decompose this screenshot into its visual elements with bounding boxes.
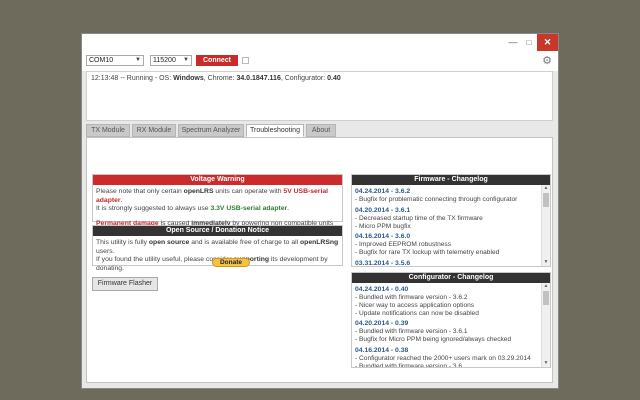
tab-troubleshooting[interactable]: Troubleshooting	[246, 124, 304, 137]
changelog-date: 04.16.2014 - 3.6.0	[355, 233, 411, 241]
donation-panel: Open Source / Donation Notice This utili…	[92, 225, 343, 272]
changelog-entry: 04.20.2014 - 3.6.1- Decreased startup ti…	[355, 207, 538, 231]
changelog-item: - Bugfix for problematic connecting thro…	[355, 196, 518, 203]
scroll-down-icon[interactable]: ▼	[542, 259, 550, 266]
log-chrome: 34.0.1847.116	[236, 75, 281, 82]
connect-button[interactable]: Connect	[196, 55, 238, 66]
log-chrome-label: , Chrome:	[203, 75, 237, 82]
changelog-item: - Improved EEPROM robustness	[355, 241, 452, 249]
connection-toolbar: COM10 ▼ 115200 ▼ Connect ⚙	[82, 51, 558, 71]
app-window: — □ ✕ COM10 ▼ 115200 ▼ Connect ⚙ 12:13:4…	[81, 33, 559, 389]
changelog-item: - Micro PPM bugfix	[355, 222, 411, 230]
baud-value: 115200	[153, 57, 176, 64]
auto-connect-checkbox[interactable]	[242, 57, 249, 64]
log-os: Windows	[173, 75, 204, 82]
configurator-changelog-list: 04.24.2014 - 0.40- Bundled with firmware…	[352, 283, 541, 367]
scroll-thumb[interactable]	[543, 193, 549, 207]
donation-text: This utility is fully open source and is…	[93, 236, 342, 273]
firmware-flasher-button[interactable]: Firmware Flasher	[92, 277, 158, 291]
donation-title: Open Source / Donation Notice	[93, 226, 342, 236]
changelog-item: - Nicer way to access application option…	[355, 301, 475, 309]
text: .	[287, 205, 290, 212]
text: openLRSng	[300, 239, 339, 246]
text: 3.3V USB-serial adapter	[210, 205, 288, 212]
changelog-entry: 03.31.2014 - 3.5.6	[355, 260, 538, 266]
text: It is strongly suggested to always use	[96, 205, 211, 212]
port-value: COM10	[89, 57, 114, 64]
text: units can operate with	[213, 188, 284, 195]
changelog-entry: 04.16.2014 - 3.6.0- Improved EEPROM robu…	[355, 233, 538, 257]
changelog-date: 03.31.2014 - 3.5.6	[355, 259, 411, 266]
changelog-entry: 04.24.2014 - 3.6.2- Bugfix for problemat…	[355, 188, 538, 204]
configurator-changelog-title: Configurator - Changelog	[352, 273, 550, 283]
changelog-entry: 04.24.2014 - 0.40- Bundled with firmware…	[355, 286, 538, 317]
chevron-down-icon: ▼	[183, 57, 189, 63]
firmware-changelog-scrollbar[interactable]: ▲ ▼	[541, 185, 550, 266]
changelog-item: - Configurator reached the 2000+ users m…	[355, 354, 531, 362]
text: This utility is fully	[96, 239, 149, 246]
changelog-item: - Bundled with firmware version - 3.6.2	[355, 294, 468, 301]
scroll-up-icon[interactable]: ▲	[542, 185, 550, 192]
title-bar: — □ ✕	[82, 34, 558, 51]
port-select[interactable]: COM10 ▼	[86, 55, 144, 66]
log-configurator: 0.40	[327, 75, 341, 82]
text: openLRS	[183, 188, 214, 195]
changelog-item: - Bundled with firmware version - 3.6.1	[355, 328, 468, 336]
text: open source	[148, 239, 190, 246]
log-configurator-label: , Configurator:	[280, 75, 328, 82]
voltage-warning-title: Voltage Warning	[93, 175, 342, 185]
log-prefix: 12:13:48 -- Running - OS:	[91, 75, 174, 82]
status-log: 12:13:48 -- Running - OS: Windows, Chrom…	[86, 71, 553, 121]
tab-content: Voltage Warning Please note that only ce…	[86, 137, 553, 383]
text: .	[120, 196, 123, 204]
donation-line-1: This utility is fully open source and is…	[96, 239, 339, 256]
firmware-changelog-title: Firmware - Changelog	[352, 175, 550, 185]
scroll-down-icon[interactable]: ▼	[542, 360, 550, 367]
firmware-changelog-list: 04.24.2014 - 3.6.2- Bugfix for problemat…	[352, 185, 541, 266]
changelog-date: 04.16.2014 - 0.38	[355, 346, 409, 354]
changelog-item: - Bugfix for rare TX lockup with telemet…	[355, 249, 500, 257]
tab-tx-module[interactable]: TX Module	[86, 124, 130, 137]
text: Please note that only certain	[96, 188, 184, 195]
changelog-date: 04.24.2014 - 3.6.2	[355, 188, 411, 195]
changelog-entry: 04.20.2014 - 0.39- Bundled with firmware…	[355, 320, 538, 344]
firmware-changelog-panel: Firmware - Changelog 04.24.2014 - 3.6.2-…	[351, 174, 551, 267]
baud-select[interactable]: 115200 ▼	[150, 55, 192, 66]
text: users.	[96, 247, 115, 255]
donate-button[interactable]: Donate	[212, 258, 250, 267]
scroll-thumb[interactable]	[543, 291, 549, 305]
tab-about[interactable]: About	[306, 124, 336, 137]
changelog-item: - Bugfix for Micro PPM being ignored/alw…	[355, 336, 512, 344]
maximize-button[interactable]: □	[521, 34, 537, 51]
gear-icon[interactable]: ⚙	[542, 54, 552, 67]
tab-rx-module[interactable]: RX Module	[132, 124, 176, 137]
voltage-line-1: Please note that only certain openLRS un…	[96, 188, 339, 205]
text: and is available free of charge to all	[189, 239, 301, 246]
configurator-changelog-scrollbar[interactable]: ▲ ▼	[541, 283, 550, 367]
minimize-button[interactable]: —	[505, 34, 521, 51]
scroll-up-icon[interactable]: ▲	[542, 283, 550, 290]
changelog-date: 04.24.2014 - 0.40	[355, 286, 409, 293]
changelog-item: - Update notifications can now be disabl…	[355, 309, 479, 317]
log-line: 12:13:48 -- Running - OS: Windows, Chrom…	[91, 75, 341, 82]
changelog-item: - Decreased startup time of the TX firmw…	[355, 214, 483, 222]
changelog-date: 04.20.2014 - 3.6.1	[355, 206, 411, 214]
voltage-warning-panel: Voltage Warning Please note that only ce…	[92, 174, 343, 235]
chevron-down-icon: ▼	[135, 57, 141, 63]
changelog-date: 04.20.2014 - 0.39	[355, 320, 409, 328]
changelog-item: - Bundled with firmware version - 3.6	[355, 362, 463, 367]
voltage-line-2: It is strongly suggested to always use 3…	[96, 205, 339, 214]
changelog-entry: 04.16.2014 - 0.38- Configurator reached …	[355, 347, 538, 367]
tab-spectrum-analyzer[interactable]: Spectrum Analyzer	[178, 124, 244, 137]
close-button[interactable]: ✕	[537, 34, 558, 51]
configurator-changelog-panel: Configurator - Changelog 04.24.2014 - 0.…	[351, 272, 551, 368]
